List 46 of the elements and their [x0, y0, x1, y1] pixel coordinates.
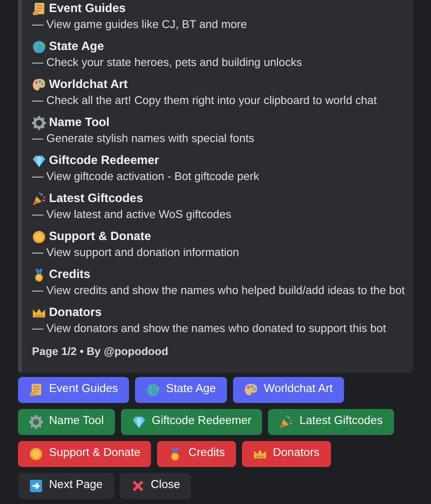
item-description: — View giftcode activation - Bot giftcode perk	[32, 170, 260, 185]
item-title: Giftcode Redeemer	[49, 152, 160, 169]
item-description: — View latest and active WoS giftcodes	[32, 208, 232, 223]
menu-button[interactable]: State Age	[135, 376, 227, 402]
menu-button[interactable]: Latest Giftcodes	[268, 408, 394, 434]
party-popper-icon	[32, 192, 46, 206]
item-title: Event Guides	[49, 0, 126, 17]
item-title: Credits	[49, 266, 90, 283]
item-description: — View donators and show the names who donated to support this bot	[32, 322, 386, 337]
palette-icon	[32, 78, 46, 92]
item-title: Latest Giftcodes	[49, 190, 144, 207]
item-title: Support & Donate	[49, 228, 151, 245]
diamond-icon	[32, 154, 46, 168]
menu-button[interactable]: Next Page	[18, 472, 114, 498]
item-description: — View game guides like CJ, BT and more	[32, 18, 247, 33]
menu-button[interactable]: Support & Donate	[18, 440, 152, 466]
medal-icon	[32, 268, 46, 282]
item-description: — Generate stylish names with special fonts	[32, 132, 254, 147]
palette-icon	[244, 382, 258, 396]
scroll-icon	[32, 2, 46, 16]
coin-icon	[29, 446, 43, 460]
close-icon	[130, 478, 145, 492]
party-popper-icon	[279, 414, 294, 428]
close-button[interactable]: Close	[120, 472, 192, 498]
diamond-icon	[132, 414, 146, 428]
item-description: — View support and donation information	[32, 246, 240, 261]
item-description: — View credits and show the names who helped build/add ideas to the bot	[32, 284, 405, 299]
menu-button[interactable]: Name Tool	[18, 408, 115, 434]
item-title: Donators	[49, 304, 102, 321]
gear-icon	[29, 414, 43, 428]
globe-icon	[146, 382, 160, 396]
embed-footer: Page 1/2 • By @popodood	[32, 344, 405, 360]
item-title: Worldchat Art	[49, 76, 128, 93]
item-title: Name Tool	[49, 114, 110, 131]
item-title: State Age	[49, 38, 104, 55]
globe-icon	[32, 40, 46, 54]
menu-button[interactable]: Worldchat Art	[232, 376, 344, 402]
menu-button[interactable]: Donators	[242, 440, 331, 466]
item-description: — Check your state heroes, pets and building unlocks	[32, 56, 302, 71]
gear-icon	[32, 116, 46, 130]
menu-button[interactable]: Event Guides	[18, 376, 130, 402]
coin-icon	[32, 230, 46, 244]
menu-button[interactable]: Giftcode Redeemer	[120, 408, 262, 434]
menu-button[interactable]: Credits	[157, 440, 236, 466]
scroll-icon	[29, 382, 43, 396]
item-description: — Check all the art! Copy them right into your clipboard to world chat	[32, 94, 377, 109]
